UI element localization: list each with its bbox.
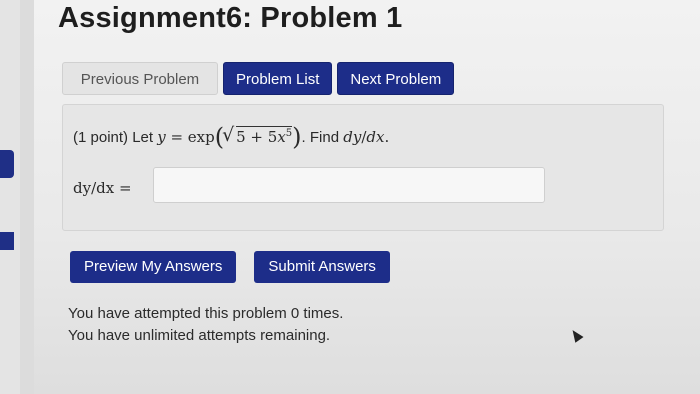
submit-answers-button[interactable]: Submit Answers bbox=[254, 251, 390, 283]
attempts-info: You have attempted this problem 0 times.… bbox=[68, 303, 343, 347]
attempted-count-text: You have attempted this problem 0 times. bbox=[68, 305, 344, 322]
answer-actions: Preview My Answers Submit Answers bbox=[70, 251, 390, 283]
sidebar-tab[interactable] bbox=[0, 150, 14, 178]
answer-input[interactable] bbox=[153, 167, 545, 203]
problem-navigation: Previous Problem Problem List Next Probl… bbox=[62, 62, 455, 98]
problem-list-button[interactable]: Problem List bbox=[223, 62, 333, 95]
preview-answers-button[interactable]: Preview My Answers bbox=[70, 251, 237, 283]
problem-target: dy/dx. bbox=[343, 128, 390, 146]
problem-find-text: . Find bbox=[301, 129, 340, 146]
problem-points-text: (1 point) Let bbox=[73, 129, 154, 146]
answer-label: dy/dx = bbox=[73, 179, 132, 197]
next-problem-button[interactable]: Next Problem bbox=[337, 62, 455, 95]
sidebar-tab[interactable] bbox=[0, 232, 14, 250]
left-sidebar-strip bbox=[0, 0, 20, 394]
problem-box: (1 point) Let y = exp(5 + 5x5). Find dy/… bbox=[62, 104, 664, 231]
attempts-remaining-text: You have unlimited attempts remaining. bbox=[68, 327, 331, 344]
problem-equation: y = exp(5 + 5x5) bbox=[157, 123, 301, 151]
previous-problem-button[interactable]: Previous Problem bbox=[62, 62, 218, 95]
page-title: Assignment6: Problem 1 bbox=[58, 2, 403, 34]
problem-statement: (1 point) Let y = exp(5 + 5x5). Find dy/… bbox=[73, 123, 389, 151]
